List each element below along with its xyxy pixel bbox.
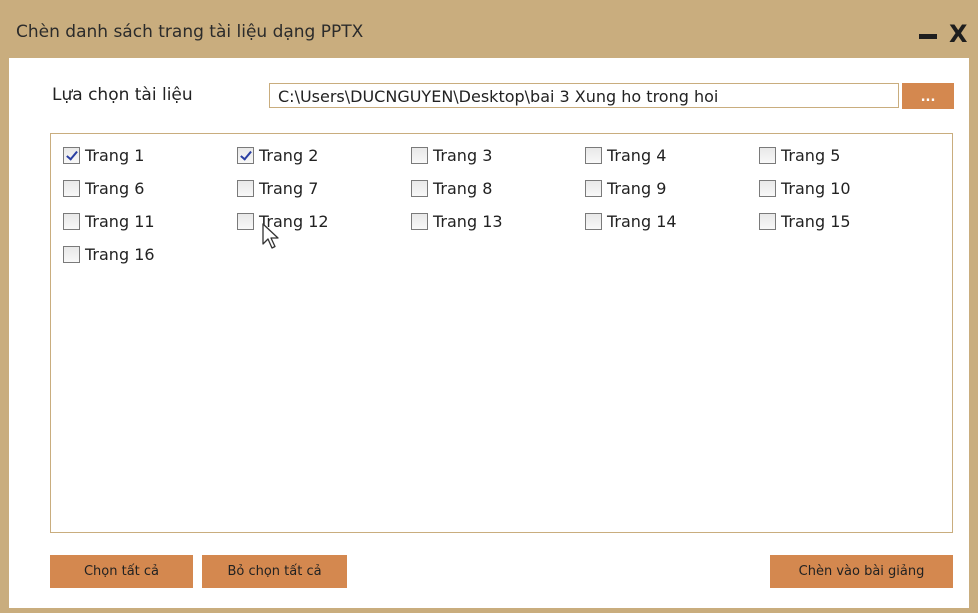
page-checkbox[interactable] <box>63 179 80 197</box>
page-checkbox-grid: Trang 1 Trang 2 Trang 3 Trang 4 Trang 5 Trang… <box>63 144 933 276</box>
page-checkbox[interactable] <box>411 179 428 197</box>
page-checkbox-item[interactable]: Trang 6 <box>63 177 237 199</box>
dialog-content: Lựa chọn tài liệu C:\Users\DUCNGUYEN\Des… <box>9 58 969 608</box>
page-checkbox[interactable] <box>585 179 602 197</box>
page-checkbox-item[interactable]: Trang 10 <box>759 177 933 199</box>
page-checkbox-label: Trang 6 <box>85 178 145 198</box>
page-checkbox-label: Trang 3 <box>433 145 493 165</box>
page-checkbox[interactable] <box>759 212 776 230</box>
page-checkbox[interactable] <box>237 146 254 164</box>
insert-into-lesson-button[interactable]: Chèn vào bài giảng <box>770 555 953 588</box>
page-checkbox-item[interactable]: Trang 2 <box>237 144 411 166</box>
page-checkbox-item[interactable]: Trang 11 <box>63 210 237 232</box>
page-checkbox-item[interactable]: Trang 3 <box>411 144 585 166</box>
page-checkbox-label: Trang 2 <box>259 145 319 165</box>
close-button[interactable]: X <box>949 22 968 46</box>
page-checkbox[interactable] <box>63 212 80 230</box>
page-checkbox-label: Trang 11 <box>85 211 155 231</box>
page-checkbox-label: Trang 4 <box>607 145 667 165</box>
page-checkbox-item[interactable]: Trang 15 <box>759 210 933 232</box>
file-select-label: Lựa chọn tài liệu <box>52 85 193 105</box>
page-checkbox-item[interactable]: Trang 1 <box>63 144 237 166</box>
page-list-panel: Trang 1 Trang 2 Trang 3 Trang 4 Trang 5 Trang… <box>50 133 953 533</box>
page-checkbox-label: Trang 10 <box>781 178 851 198</box>
page-checkbox-label: Trang 14 <box>607 211 677 231</box>
page-checkbox-item[interactable]: Trang 5 <box>759 144 933 166</box>
page-checkbox[interactable] <box>63 245 80 263</box>
page-checkbox[interactable] <box>63 146 80 164</box>
insert-pages-dialog: Chèn danh sách trang tài liệu dạng PPTX … <box>0 0 978 613</box>
page-checkbox-label: Trang 13 <box>433 211 503 231</box>
page-checkbox-label: Trang 15 <box>781 211 851 231</box>
select-all-button[interactable]: Chọn tất cả <box>50 555 193 588</box>
page-checkbox-label: Trang 1 <box>85 145 145 165</box>
page-checkbox[interactable] <box>759 146 776 164</box>
page-checkbox-item[interactable]: Trang 7 <box>237 177 411 199</box>
page-checkbox-label: Trang 7 <box>259 178 319 198</box>
page-checkbox-label: Trang 5 <box>781 145 841 165</box>
page-checkbox[interactable] <box>585 212 602 230</box>
page-checkbox-label: Trang 16 <box>85 244 155 264</box>
page-checkbox-item[interactable]: Trang 9 <box>585 177 759 199</box>
title-bar[interactable]: Chèn danh sách trang tài liệu dạng PPTX … <box>0 0 978 58</box>
page-checkbox[interactable] <box>237 179 254 197</box>
page-checkbox[interactable] <box>411 146 428 164</box>
page-checkbox-item[interactable]: Trang 4 <box>585 144 759 166</box>
page-checkbox[interactable] <box>585 146 602 164</box>
minimize-button[interactable] <box>919 34 937 39</box>
page-checkbox-item[interactable]: Trang 16 <box>63 243 237 265</box>
file-path-field[interactable]: C:\Users\DUCNGUYEN\Desktop\bai 3 Xung ho… <box>269 83 899 108</box>
page-checkbox[interactable] <box>237 212 254 230</box>
mouse-pointer-icon <box>262 223 279 249</box>
page-checkbox-label: Trang 8 <box>433 178 493 198</box>
page-checkbox-item[interactable]: Trang 13 <box>411 210 585 232</box>
browse-button[interactable]: ... <box>902 83 954 109</box>
page-checkbox-item[interactable]: Trang 14 <box>585 210 759 232</box>
page-checkbox[interactable] <box>411 212 428 230</box>
page-checkbox-label: Trang 9 <box>607 178 667 198</box>
deselect-all-button[interactable]: Bỏ chọn tất cả <box>202 555 347 588</box>
dialog-title: Chèn danh sách trang tài liệu dạng PPTX <box>16 22 364 42</box>
page-checkbox[interactable] <box>759 179 776 197</box>
page-checkbox-item[interactable]: Trang 8 <box>411 177 585 199</box>
